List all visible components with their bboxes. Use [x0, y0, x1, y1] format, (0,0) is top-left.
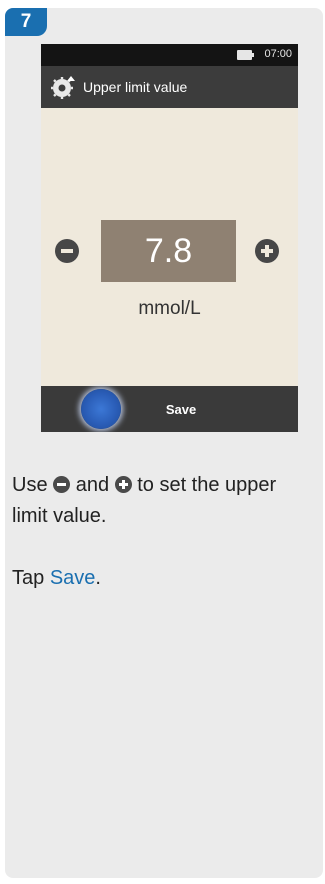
- phone-screen: 07:00 Upper limit value 7.8 mmol/L Save: [41, 44, 298, 432]
- save-button[interactable]: Save: [146, 386, 216, 432]
- status-time: 07:00: [264, 48, 292, 60]
- status-bar: 07:00: [41, 44, 298, 66]
- battery-icon: [237, 50, 254, 60]
- minus-icon[interactable]: [55, 239, 79, 263]
- instructions-text: Use and to set the upper limit value. Ta…: [12, 470, 312, 625]
- limit-value-display: 7.8: [101, 220, 236, 282]
- value-row: 7.8: [41, 220, 298, 282]
- save-link[interactable]: Save: [50, 567, 96, 589]
- title-bar: Upper limit value: [41, 66, 298, 108]
- step-badge: 7: [5, 8, 47, 36]
- settings-icon: [51, 76, 75, 99]
- unit-label: mmol/L: [138, 298, 201, 319]
- plus-icon[interactable]: [255, 239, 279, 263]
- plus-icon: [114, 476, 132, 493]
- instruction-line-1: Use and to set the upper limit value.: [12, 474, 277, 527]
- tap-indicator: [81, 389, 121, 429]
- minus-icon: [53, 476, 71, 493]
- bottom-bar: Save: [41, 386, 298, 432]
- instruction-line-2: Tap Save.: [12, 567, 101, 589]
- screen-title: Upper limit value: [83, 79, 188, 95]
